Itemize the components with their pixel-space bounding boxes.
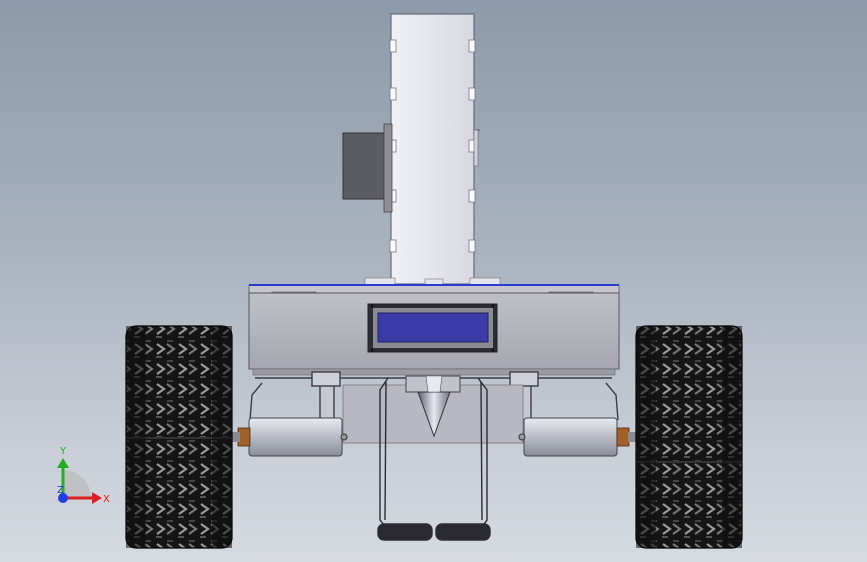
x-axis-label: X xyxy=(103,494,110,505)
y-axis-label: Y xyxy=(59,446,67,457)
orientation-triad[interactable]: Y X Z xyxy=(57,446,110,505)
left-motor[interactable] xyxy=(230,417,348,457)
lcd-display[interactable] xyxy=(367,303,498,353)
cad-viewport[interactable]: Y X Z xyxy=(0,0,867,562)
robot-model[interactable]: Y X Z xyxy=(0,0,867,562)
right-motor[interactable] xyxy=(518,417,638,457)
left-wheel[interactable] xyxy=(125,325,233,549)
right-wheel[interactable] xyxy=(635,325,743,549)
x-arrowhead xyxy=(92,492,102,504)
y-arrowhead xyxy=(57,458,69,468)
triad-quarter-disc xyxy=(63,470,91,498)
z-axis-label: Z xyxy=(57,485,64,496)
electronics-tower[interactable] xyxy=(342,13,501,287)
